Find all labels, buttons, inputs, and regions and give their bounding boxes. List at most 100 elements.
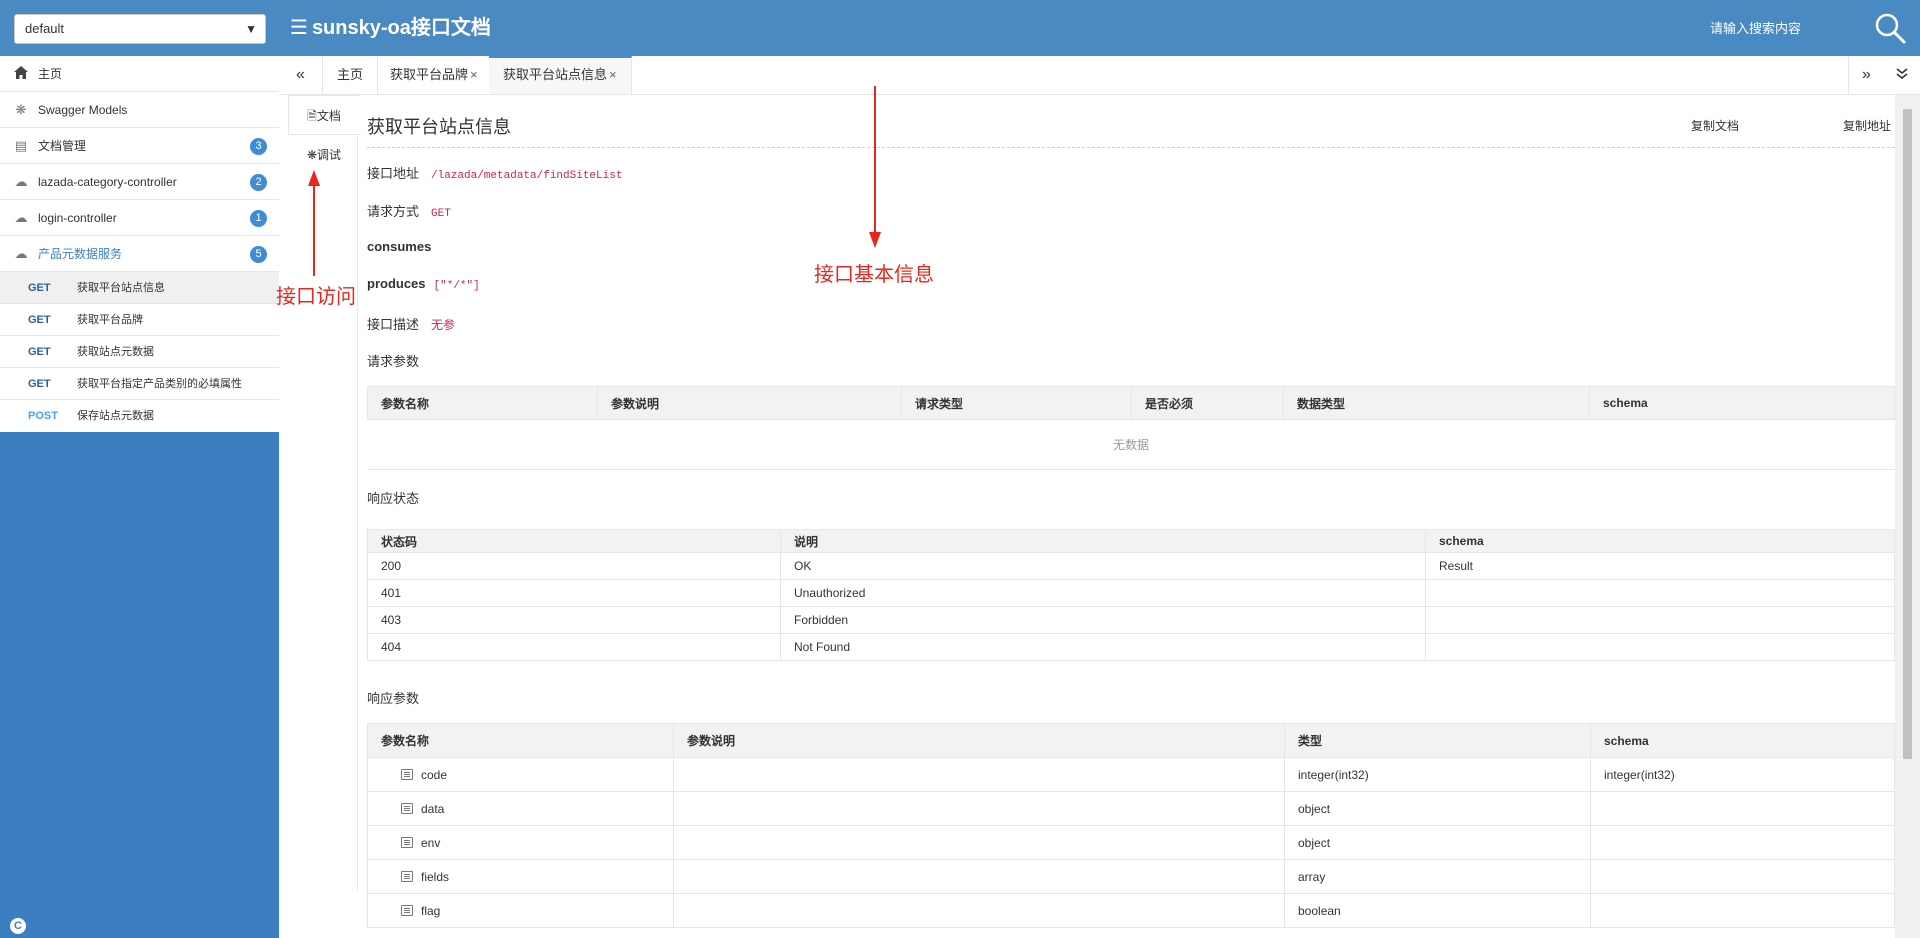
annotation-arrow-basic-info: [869, 86, 881, 248]
table-header-row: 状态码 说明 schema: [367, 529, 1895, 553]
param-name-cell[interactable]: env: [367, 825, 674, 860]
cloud-icon: ☁: [14, 246, 28, 261]
table-row: code integer(int32) integer(int32): [367, 757, 1895, 792]
copy-address-button[interactable]: 复制地址: [1843, 117, 1891, 134]
table-row: flag boolean: [367, 893, 1895, 928]
http-method-value: GET: [431, 208, 451, 220]
sidebar-api-save-site-metadata[interactable]: POST 保存站点元数据: [0, 400, 279, 432]
info-address: 接口地址/lazada/metadata/findSiteList: [367, 163, 622, 182]
sidebar-item-doc-manage[interactable]: ▤ 文档管理 3: [0, 128, 279, 164]
sidebar-item-home[interactable]: 主页: [0, 56, 279, 92]
param-type: object: [1284, 791, 1591, 826]
info-label: produces: [367, 276, 426, 291]
status-desc: OK: [780, 552, 1426, 580]
param-name: flag: [421, 903, 441, 918]
status-desc: Unauthorized: [780, 579, 1426, 607]
sidebar-item-label: Swagger Models: [38, 103, 128, 117]
tab-next-button[interactable]: »: [1848, 56, 1884, 94]
param-desc: [673, 825, 1285, 860]
param-desc: [673, 791, 1285, 826]
search-input[interactable]: [1710, 16, 1860, 40]
status-schema: [1425, 606, 1895, 634]
method-label: GET: [28, 314, 51, 326]
param-name: fields: [421, 869, 450, 884]
sidebar-api-find-site-list[interactable]: GET 获取平台站点信息: [0, 272, 279, 304]
param-type: boolean: [1284, 893, 1591, 928]
sidebar-api-platform-brand[interactable]: GET 获取平台品牌: [0, 304, 279, 336]
list-icon: [401, 904, 413, 916]
sidebar: 主页 ❋ Swagger Models ▤ 文档管理 3 ☁ lazada-ca…: [0, 56, 279, 938]
param-desc: [673, 859, 1285, 894]
group-select[interactable]: default ▼: [14, 14, 266, 44]
sidebar-item-label: 文档管理: [38, 139, 87, 153]
tab-debug[interactable]: ❋调试: [288, 135, 360, 175]
status-desc: Forbidden: [780, 606, 1426, 634]
sidebar-item-label: 产品元数据服务: [38, 247, 123, 261]
sidebar-api-site-metadata[interactable]: GET 获取站点元数据: [0, 336, 279, 368]
param-schema: [1590, 825, 1895, 860]
sidebar-item-swagger-models[interactable]: ❋ Swagger Models: [0, 92, 279, 128]
param-type: object: [1284, 825, 1591, 860]
search-icon[interactable]: [1874, 12, 1906, 44]
close-icon[interactable]: ×: [470, 67, 478, 82]
produces-value: ["*/*"]: [433, 280, 480, 292]
sidebar-item-lazada-category-controller[interactable]: ☁ lazada-category-controller 2: [0, 164, 279, 200]
count-badge: 3: [250, 138, 267, 155]
table-row: 200 OK Result: [367, 552, 1895, 580]
api-label: 保存站点元数据: [77, 410, 154, 422]
table-row: 401 Unauthorized: [367, 579, 1895, 607]
param-name: data: [421, 801, 445, 816]
param-schema: [1590, 791, 1895, 826]
title-divider: [367, 147, 1895, 148]
info-label: 接口地址: [367, 166, 420, 181]
param-name-cell[interactable]: flag: [367, 893, 674, 928]
column-header: schema: [1589, 386, 1895, 420]
api-label: 获取平台站点信息: [77, 282, 165, 294]
menu-toggle-icon[interactable]: ☰: [290, 17, 308, 39]
api-label: 获取平台品牌: [77, 314, 143, 326]
sidebar-item-product-metadata[interactable]: ☁ 产品元数据服务 5: [0, 236, 279, 272]
table-row: env object: [367, 825, 1895, 860]
api-label: 获取平台指定产品类别的必填属性: [77, 378, 242, 390]
tab-platform-brand[interactable]: 获取平台品牌 ×: [376, 56, 493, 94]
param-desc: [673, 757, 1285, 792]
param-schema: [1590, 859, 1895, 894]
info-method: 请求方式 GET: [367, 201, 451, 220]
response-params-heading: 响应参数: [367, 691, 420, 706]
response-params-table: 参数名称 参数说明 类型 schema code integer(int32) …: [367, 723, 1895, 928]
request-params-heading: 请求参数: [367, 354, 420, 369]
status-schema: [1425, 579, 1895, 607]
param-name-cell[interactable]: data: [367, 791, 674, 826]
column-header: 请求类型: [901, 386, 1132, 420]
param-name-cell[interactable]: fields: [367, 859, 674, 894]
sidebar-api-required-attributes[interactable]: GET 获取平台指定产品类别的必填属性: [0, 368, 279, 400]
copy-doc-button[interactable]: 复制文档: [1691, 117, 1739, 134]
tab-doc[interactable]: 🗎文档: [288, 95, 360, 135]
models-icon: ❋: [15, 102, 27, 117]
param-name-cell[interactable]: code: [367, 757, 674, 792]
tab-prev-button[interactable]: «: [279, 56, 323, 94]
scrollbar-thumb[interactable]: [1903, 109, 1912, 759]
tab-label: 获取平台站点信息: [503, 67, 608, 82]
tab-dropdown-button[interactable]: [1884, 56, 1920, 94]
method-label: GET: [28, 346, 51, 358]
status-schema[interactable]: Result: [1425, 552, 1895, 580]
tab-find-site-list[interactable]: 获取平台站点信息 ×: [489, 56, 632, 94]
annotation-arrow-access: [308, 170, 320, 276]
info-label: 接口描述: [367, 317, 420, 332]
sidebar-item-login-controller[interactable]: ☁ login-controller 1: [0, 200, 279, 236]
status-schema: [1425, 633, 1895, 661]
table-header-row: 参数名称 参数说明 请求类型 是否必须 数据类型 schema: [367, 386, 1895, 420]
close-icon[interactable]: ×: [609, 67, 617, 82]
param-type: integer(int32): [1284, 757, 1591, 792]
tab-doc-label: 文档: [316, 109, 341, 123]
tab-home[interactable]: 主页: [323, 56, 379, 94]
param-desc: [673, 893, 1285, 928]
vertical-scrollbar[interactable]: [1895, 95, 1920, 938]
tab-debug-label: 调试: [317, 148, 342, 162]
status-code: 404: [367, 633, 781, 661]
table-header-row: 参数名称 参数说明 类型 schema: [367, 723, 1895, 758]
status-code: 401: [367, 579, 781, 607]
table-row: 403 Forbidden: [367, 606, 1895, 634]
method-label: GET: [28, 378, 51, 390]
